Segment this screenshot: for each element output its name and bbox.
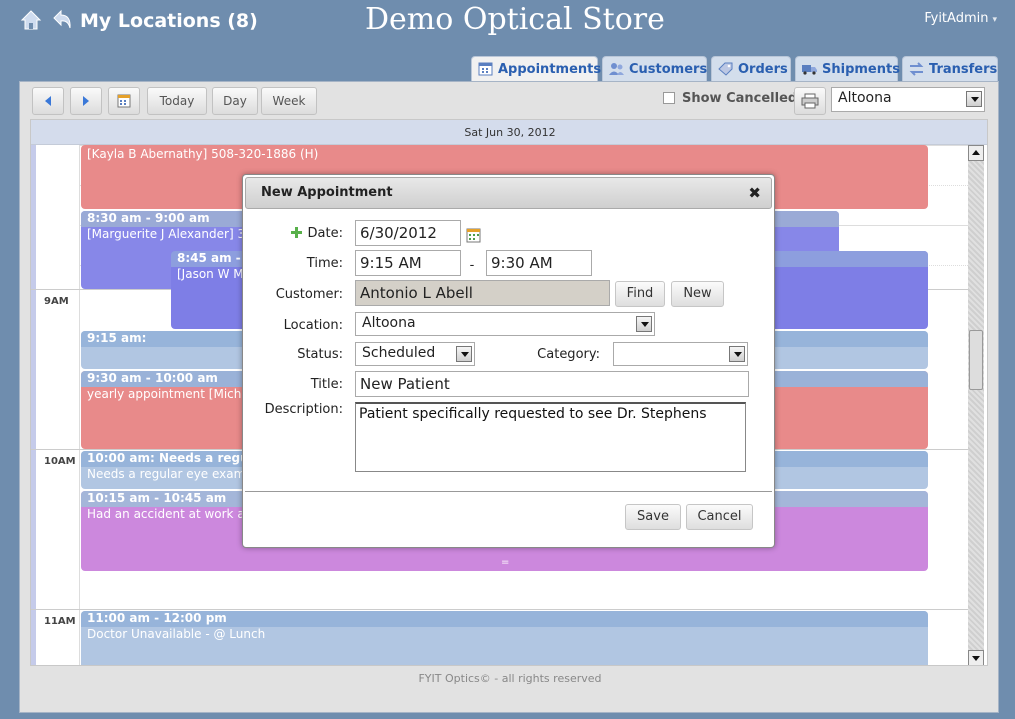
find-customer-button[interactable]: Find: [615, 281, 665, 307]
store-name: Demo Optical Store: [365, 2, 665, 37]
tab-shipments[interactable]: Shipments: [795, 56, 900, 82]
event-body: Doctor Unavailable - @ Lunch: [87, 627, 266, 641]
prev-button[interactable]: [32, 87, 64, 115]
hour-label-10am: 10AM: [44, 456, 76, 467]
plus-icon[interactable]: [291, 227, 302, 238]
truck-icon: [802, 65, 817, 75]
dropdown-arrow-icon[interactable]: [729, 346, 745, 362]
calendar-scrollbar[interactable]: [968, 145, 984, 665]
location-label: Location:: [283, 318, 343, 333]
appointment-event[interactable]: 11:00 am - 12:00 pm Doctor Unavailable -…: [81, 611, 928, 665]
location-select[interactable]: Altoona: [831, 87, 985, 112]
show-cancelled-checkbox[interactable]: [663, 92, 675, 104]
dialog-header: New Appointment ✖: [245, 177, 772, 209]
tab-customers[interactable]: Customers: [602, 56, 707, 82]
save-button[interactable]: Save: [625, 504, 681, 530]
user-name: FyitAdmin: [924, 11, 989, 26]
tab-label: Orders: [738, 62, 788, 77]
date-header: Sat Jun 30, 2012: [31, 120, 987, 145]
event-time: 11:00 am - 12:00 pm: [81, 611, 928, 627]
customer-label: Customer:: [275, 287, 343, 302]
tag-icon: [718, 62, 733, 76]
week-view-button[interactable]: Week: [261, 87, 317, 115]
dropdown-arrow-icon[interactable]: [636, 316, 652, 332]
locations-title[interactable]: My Locations (8): [80, 10, 258, 32]
date-picker-button[interactable]: [108, 87, 140, 115]
home-icon[interactable]: [20, 8, 42, 32]
cancel-button[interactable]: Cancel: [686, 504, 753, 530]
close-icon[interactable]: ✖: [748, 178, 761, 208]
tab-orders[interactable]: Orders: [711, 56, 791, 82]
title-field[interactable]: New Patient: [355, 371, 749, 397]
calendar-icon: [478, 62, 493, 76]
description-textarea[interactable]: Patient specifically requested to see Dr…: [355, 402, 746, 472]
description-label: Description:: [264, 402, 343, 417]
new-customer-button[interactable]: New: [671, 281, 724, 307]
people-icon: [609, 63, 624, 75]
date-label: Date:: [307, 226, 343, 241]
time-label: Time:: [306, 256, 343, 271]
tab-transfers[interactable]: Transfers: [902, 56, 998, 82]
hour-label-9am: 9AM: [44, 296, 69, 307]
calendar-picker-icon[interactable]: [466, 228, 481, 243]
time-separator: -: [469, 258, 475, 273]
category-dropdown[interactable]: [613, 342, 748, 366]
today-button[interactable]: Today: [147, 87, 207, 115]
hour-label-11am: 11AM: [44, 616, 76, 627]
tab-label: Customers: [629, 62, 708, 77]
chevron-down-icon: ▾: [992, 15, 997, 25]
user-menu[interactable]: FyitAdmin ▾: [924, 11, 997, 26]
location-dropdown[interactable]: Altoona: [355, 312, 655, 336]
location-dropdown-value: Altoona: [362, 315, 416, 331]
category-label: Category:: [537, 347, 600, 362]
scroll-down-button[interactable]: [968, 650, 984, 665]
tab-label: Shipments: [822, 62, 900, 77]
tab-label: Appointments: [498, 62, 602, 77]
customer-field: Antonio L Abell: [355, 280, 610, 306]
show-cancelled-label: Show Cancelled?: [682, 91, 805, 106]
status-dropdown-value: Scheduled: [362, 345, 436, 361]
resize-handle[interactable]: =: [501, 557, 509, 568]
tab-appointments[interactable]: Appointments: [471, 56, 602, 83]
event-body: [Kayla B Abernathy] 508-320-1886 (H): [87, 147, 319, 161]
next-button[interactable]: [70, 87, 102, 115]
dropdown-arrow-icon[interactable]: [966, 91, 982, 107]
scroll-up-button[interactable]: [968, 145, 984, 161]
transfer-icon: [909, 62, 924, 76]
hour-column: [36, 145, 80, 665]
location-select-value: Altoona: [838, 90, 892, 106]
title-label: Title:: [310, 377, 343, 392]
day-view-button[interactable]: Day: [212, 87, 258, 115]
dialog-title: New Appointment: [261, 185, 393, 200]
back-arrow-icon[interactable]: [51, 8, 73, 32]
dropdown-arrow-icon[interactable]: [456, 346, 472, 362]
footer-copyright: FYIT Optics© - all rights reserved: [418, 672, 602, 685]
scroll-thumb[interactable]: [969, 330, 983, 390]
tab-label: Transfers: [929, 62, 998, 77]
new-appointment-dialog: New Appointment ✖ Date: 6/30/2012 Time: …: [242, 174, 775, 548]
date-field[interactable]: 6/30/2012: [355, 220, 461, 246]
status-label: Status:: [297, 347, 343, 362]
dialog-divider: [245, 491, 772, 492]
status-dropdown[interactable]: Scheduled: [355, 342, 475, 366]
end-time-field[interactable]: 9:30 AM: [486, 250, 592, 276]
print-button[interactable]: [794, 87, 826, 115]
start-time-field[interactable]: 9:15 AM: [355, 250, 461, 276]
top-bar: My Locations (8) Demo Optical Store Fyit…: [0, 0, 1015, 52]
